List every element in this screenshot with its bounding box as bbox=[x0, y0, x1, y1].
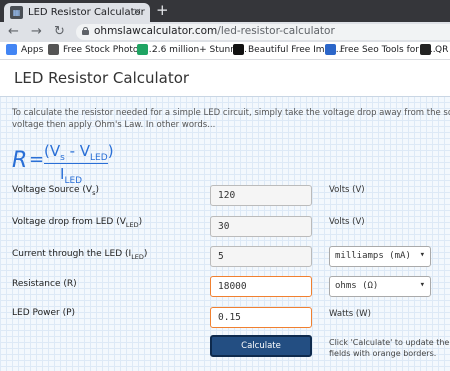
resistance-output[interactable]: 18000 bbox=[210, 276, 312, 297]
apps-grid-icon bbox=[6, 44, 17, 55]
close-tab-icon[interactable]: × bbox=[133, 5, 142, 18]
camera-icon bbox=[48, 44, 59, 55]
calculator-favicon-icon: ▦ bbox=[10, 6, 23, 19]
led-power-output[interactable]: 0.15 bbox=[210, 307, 312, 328]
current-label: Current through the LED (ILED) bbox=[12, 249, 148, 261]
fraction-bar bbox=[44, 163, 108, 164]
address-bar[interactable]: ohmslawcalculator.com/led-resistor-calcu… bbox=[76, 24, 450, 40]
led-power-label: LED Power (P) bbox=[12, 308, 76, 318]
page-title: LED Resistor Calculator bbox=[14, 69, 190, 87]
chevron-down-icon: ▾ bbox=[419, 250, 425, 260]
ohms-law-formula: R = (Vs - VLED) ILED bbox=[12, 142, 114, 186]
page-content: LED Resistor Calculator To calculate the… bbox=[0, 60, 450, 371]
browser-tab-strip: ▦ LED Resistor Calculator × + bbox=[0, 0, 450, 22]
tab-title: LED Resistor Calculator bbox=[28, 7, 145, 18]
voltage-source-unit: Volts (V) bbox=[329, 185, 365, 195]
back-arrow-icon[interactable]: ← bbox=[8, 24, 19, 39]
chevron-down-icon: ▾ bbox=[419, 280, 425, 290]
seo-icon bbox=[325, 44, 336, 55]
intro-text: To calculate the resistor needed for a s… bbox=[12, 108, 450, 130]
page-header: LED Resistor Calculator bbox=[0, 60, 450, 97]
voltage-drop-input[interactable]: 30 bbox=[210, 216, 312, 237]
qr-code-icon bbox=[420, 44, 431, 55]
resistance-label: Resistance (R) bbox=[12, 279, 77, 289]
led-power-unit: Watts (W) bbox=[329, 309, 371, 319]
voltage-source-label: Voltage Source (Vs) bbox=[12, 185, 99, 197]
url-text: ohmslawcalculator.com/led-resistor-calcu… bbox=[94, 25, 335, 37]
bookmark-apps[interactable]: Apps bbox=[6, 44, 43, 55]
lock-icon bbox=[82, 27, 89, 35]
resistance-unit-select[interactable]: ohms (Ω) ▾ bbox=[329, 276, 431, 297]
bookmarks-bar: Apps Free Stock Photos,... 2.6 million+ … bbox=[0, 42, 450, 60]
forward-arrow-icon[interactable]: → bbox=[31, 24, 42, 39]
voltage-drop-unit: Volts (V) bbox=[329, 217, 365, 227]
calculate-button[interactable]: Calculate bbox=[210, 335, 312, 357]
px-logo-icon bbox=[137, 44, 148, 55]
voltage-source-input[interactable]: 120 bbox=[210, 185, 312, 206]
reload-icon[interactable]: ↻ bbox=[54, 24, 65, 39]
current-input[interactable]: 5 bbox=[210, 246, 312, 267]
calculate-note: Click 'Calculate' to update the fields w… bbox=[329, 338, 450, 358]
new-tab-icon[interactable]: + bbox=[156, 1, 169, 19]
voltage-drop-label: Voltage drop from LED (VLED) bbox=[12, 217, 143, 229]
current-unit-select[interactable]: milliamps (mA) ▾ bbox=[329, 246, 431, 267]
browser-tab[interactable]: ▦ LED Resistor Calculator × bbox=[4, 3, 150, 22]
browser-toolbar: ← → ↻ ohmslawcalculator.com/led-resistor… bbox=[0, 22, 450, 42]
bookmark-stunning-images[interactable]: 2.6 million+ Stunni... bbox=[137, 44, 247, 55]
bookmark-qr-code[interactable]: QR C bbox=[420, 44, 450, 55]
image-icon bbox=[233, 44, 244, 55]
